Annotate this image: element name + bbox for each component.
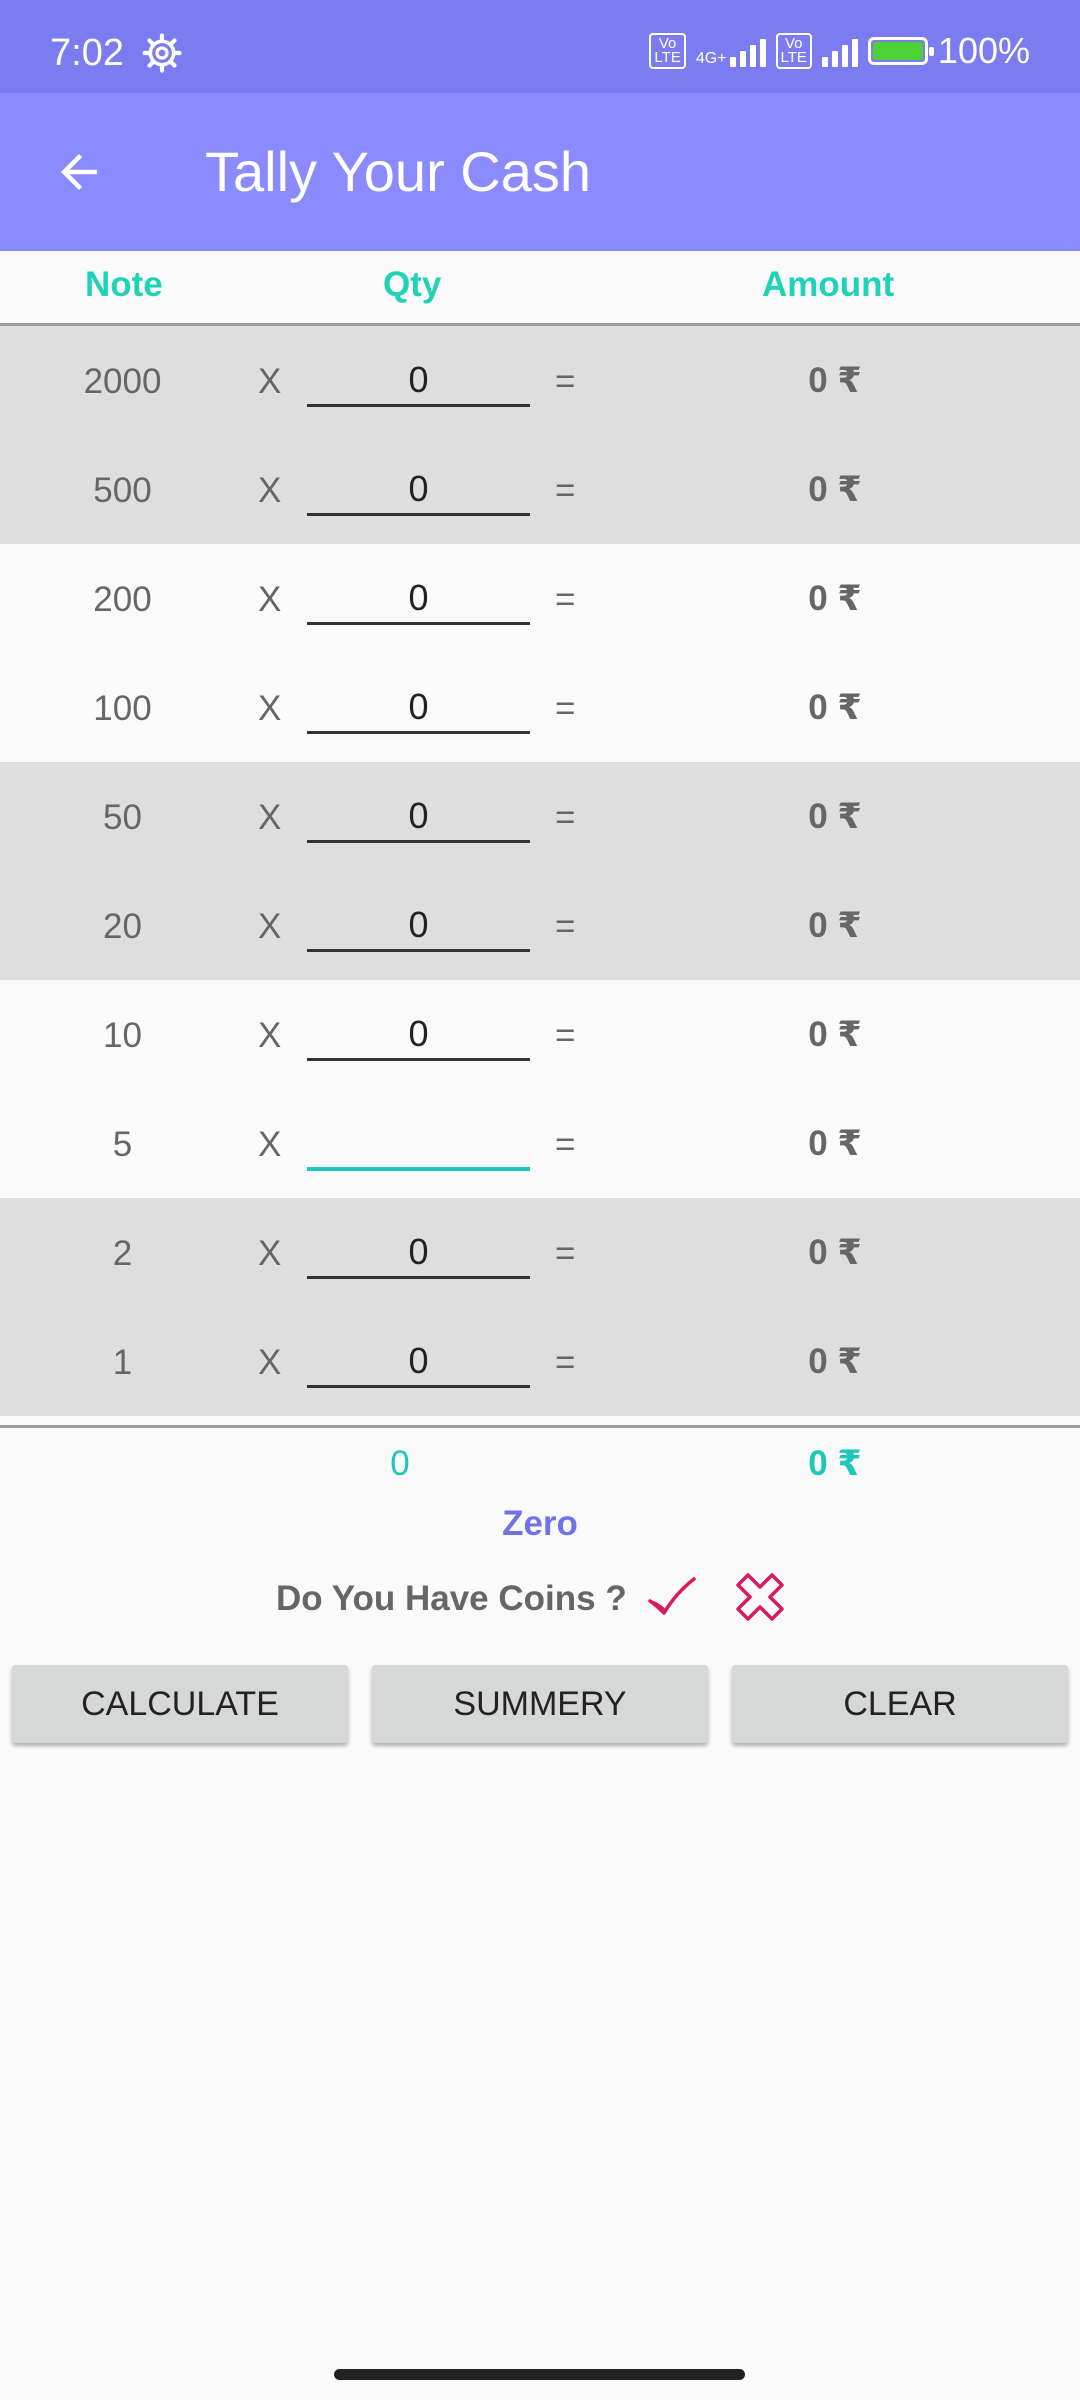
summary-button[interactable]: SUMMERY xyxy=(372,1665,708,1743)
total-in-words: Zero xyxy=(502,1504,578,1543)
status-icons: Vo LTE 4G+ Vo LTE 100% xyxy=(649,30,1030,72)
network-type-label: 4G+ xyxy=(695,50,727,67)
status-time: 7:02 xyxy=(50,32,124,74)
qty-input[interactable]: 0 xyxy=(307,901,530,952)
multiply-sign: X xyxy=(258,362,282,401)
table-row: 1 X 0 = 0 ₹ xyxy=(0,1307,1080,1416)
coins-question: Do You Have Coins ? xyxy=(276,1579,627,1618)
note-value: 200 xyxy=(93,580,152,619)
equals-sign: = xyxy=(555,798,576,837)
multiply-sign: X xyxy=(258,471,282,510)
table-row: 2000 X 0 = 0 ₹ xyxy=(0,326,1080,435)
home-gesture-handle[interactable] xyxy=(334,2369,745,2380)
table-row: 200 X 0 = 0 ₹ xyxy=(0,544,1080,653)
qty-input[interactable]: 0 xyxy=(307,1010,530,1061)
total-amount: 0 ₹ xyxy=(808,1444,862,1483)
qty-input[interactable]: 0 xyxy=(307,1228,530,1279)
note-value: 20 xyxy=(103,907,142,946)
battery-icon xyxy=(867,37,934,65)
multiply-sign: X xyxy=(258,1016,282,1055)
signal-strength-icon xyxy=(729,35,766,67)
amount-value: 0 ₹ xyxy=(808,579,862,618)
equals-sign: = xyxy=(555,1343,576,1382)
cross-icon[interactable] xyxy=(734,1571,786,1623)
note-value: 2000 xyxy=(83,362,162,401)
note-value: 500 xyxy=(93,471,152,510)
check-icon[interactable] xyxy=(646,1573,698,1621)
table-row: 2 X 0 = 0 ₹ xyxy=(0,1198,1080,1307)
status-bar: 7:02 Vo LTE 4G+ Vo LTE 100% xyxy=(0,0,1080,93)
table-row: 100 X 0 = 0 ₹ xyxy=(0,653,1080,762)
qty-input[interactable]: 0 xyxy=(307,792,530,843)
total-qty: 0 xyxy=(390,1444,410,1483)
amount-value: 0 ₹ xyxy=(808,1015,862,1054)
multiply-sign: X xyxy=(258,798,282,837)
table-header: Note Qty Amount xyxy=(0,251,1080,326)
equals-sign: = xyxy=(555,580,576,619)
note-value: 50 xyxy=(103,798,142,837)
qty-input[interactable]: 0 xyxy=(307,574,530,625)
note-value: 1 xyxy=(112,1343,133,1382)
equals-sign: = xyxy=(555,1234,576,1273)
equals-sign: = xyxy=(555,471,576,510)
qty-input[interactable]: 0 xyxy=(307,356,530,407)
amount-value: 0 ₹ xyxy=(808,1124,862,1163)
equals-sign: = xyxy=(555,689,576,728)
page-title: Tally Your Cash xyxy=(205,140,592,203)
note-value: 2 xyxy=(112,1234,133,1273)
header-note: Note xyxy=(85,265,163,304)
multiply-sign: X xyxy=(258,1234,282,1273)
header-amount: Amount xyxy=(762,265,895,304)
multiply-sign: X xyxy=(258,689,282,728)
amount-value: 0 ₹ xyxy=(808,470,862,509)
clear-button[interactable]: CLEAR xyxy=(732,1665,1068,1743)
equals-sign: = xyxy=(555,362,576,401)
amount-value: 0 ₹ xyxy=(808,797,862,836)
settings-gear-icon xyxy=(142,33,182,73)
volte-icon-2: Vo LTE xyxy=(775,33,812,69)
equals-sign: = xyxy=(555,907,576,946)
amount-value: 0 ₹ xyxy=(808,688,862,727)
battery-percent: 100% xyxy=(937,30,1030,71)
multiply-sign: X xyxy=(258,1343,282,1382)
table-row: 50 X 0 = 0 ₹ xyxy=(0,762,1080,871)
volte-icon: Vo LTE xyxy=(649,33,686,69)
note-value: 100 xyxy=(93,689,152,728)
table-row: 5 X = 0 ₹ xyxy=(0,1089,1080,1198)
qty-input[interactable]: 0 xyxy=(307,465,530,516)
amount-value: 0 ₹ xyxy=(808,361,862,400)
amount-value: 0 ₹ xyxy=(808,1342,862,1381)
totals-divider xyxy=(0,1425,1080,1428)
note-value: 5 xyxy=(112,1125,133,1164)
equals-sign: = xyxy=(555,1016,576,1055)
calculate-button[interactable]: CALCULATE xyxy=(12,1665,348,1743)
equals-sign: = xyxy=(555,1125,576,1164)
signal-strength-icon-2 xyxy=(821,35,858,67)
table-row: 10 X 0 = 0 ₹ xyxy=(0,980,1080,1089)
note-value: 10 xyxy=(103,1016,142,1055)
multiply-sign: X xyxy=(258,580,282,619)
amount-value: 0 ₹ xyxy=(808,1233,862,1272)
qty-input[interactable]: 0 xyxy=(307,683,530,734)
back-arrow-icon[interactable] xyxy=(52,145,106,199)
table-row: 500 X 0 = 0 ₹ xyxy=(0,435,1080,544)
qty-input-focused[interactable] xyxy=(307,1119,530,1171)
qty-input[interactable]: 0 xyxy=(307,1337,530,1388)
amount-value: 0 ₹ xyxy=(808,906,862,945)
header-qty: Qty xyxy=(383,265,442,304)
multiply-sign: X xyxy=(258,907,282,946)
multiply-sign: X xyxy=(258,1125,282,1164)
app-bar: Tally Your Cash xyxy=(0,93,1080,251)
table-row: 20 X 0 = 0 ₹ xyxy=(0,871,1080,980)
